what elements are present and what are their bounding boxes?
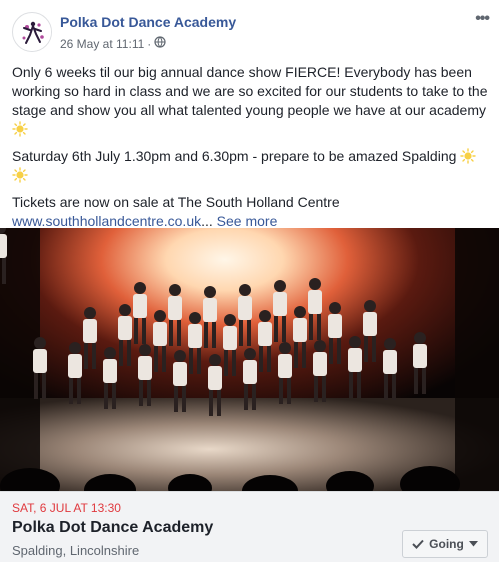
ellipsis: ... [201, 213, 213, 229]
post-timestamp[interactable]: 26 May at 11:11 [60, 37, 144, 51]
globe-icon[interactable] [154, 36, 166, 51]
post-meta: 26 May at 11:11 · [60, 36, 166, 51]
going-label: Going [429, 537, 464, 551]
see-more-link[interactable]: See more [217, 213, 278, 229]
event-title[interactable]: Polka Dot Dance Academy [12, 519, 213, 537]
more-options-icon[interactable]: ••• [475, 10, 490, 28]
paragraph-2-text: Saturday 6th July 1.30pm and 6.30pm - pr… [12, 148, 457, 164]
post-body: Only 6 weeks til our big annual dance sh… [12, 63, 488, 231]
check-icon [412, 539, 424, 549]
sun-emoji-icon [460, 148, 476, 164]
post-paragraph-3: Tickets are now on sale at The South Hol… [12, 193, 488, 212]
caret-down-icon [468, 541, 478, 547]
event-photo[interactable] [0, 228, 499, 491]
paragraph-1-text: Only 6 weeks til our big annual dance sh… [12, 64, 488, 118]
post-paragraph-2: Saturday 6th July 1.30pm and 6.30pm - pr… [12, 147, 488, 185]
sun-emoji-icon [12, 121, 28, 137]
event-location: Spalding, Lincolnshire [12, 543, 140, 558]
post-paragraph-1: Only 6 weeks til our big annual dance sh… [12, 63, 488, 139]
going-button[interactable]: Going [402, 530, 488, 558]
paragraph-3-text: Tickets are now on sale at The South Hol… [12, 194, 340, 210]
page-name-link[interactable]: Polka Dot Dance Academy [60, 14, 236, 30]
event-date: SAT, 6 JUL AT 13:30 [12, 501, 121, 515]
page-avatar[interactable] [12, 12, 52, 52]
sun-emoji-icon [12, 167, 28, 183]
post-header: Polka Dot Dance Academy 26 May at 11:11 … [0, 0, 499, 58]
meta-separator: · [147, 36, 152, 51]
website-link[interactable]: www.southhollandcentre.co.uk [12, 213, 201, 229]
event-attachment[interactable]: SAT, 6 JUL AT 13:30 Polka Dot Dance Acad… [0, 491, 499, 562]
